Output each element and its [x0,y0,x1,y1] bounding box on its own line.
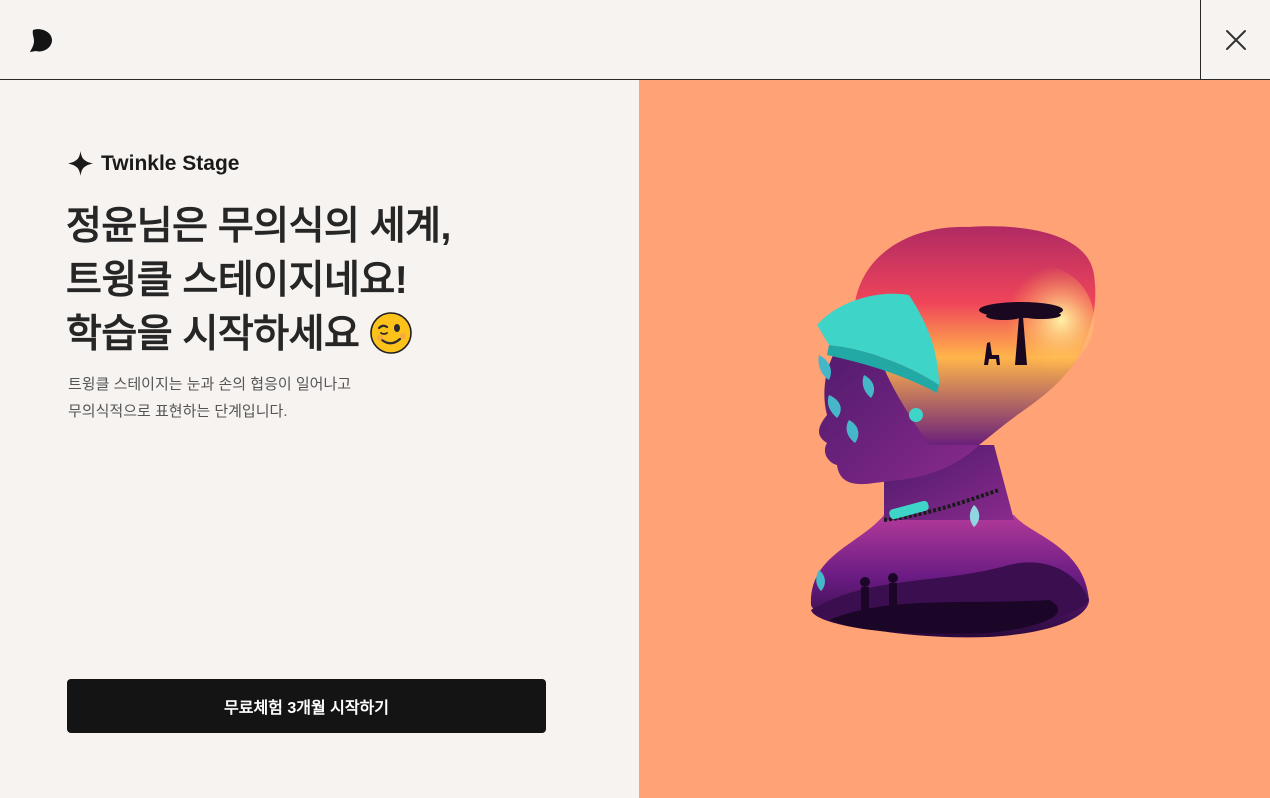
winking-face-icon [370,311,413,354]
headline-line-3-text: 학습을 시작하세요 [66,313,360,356]
headline-line-2: 트윙클 스테이지네요! [66,259,408,302]
brand-logo-icon[interactable] [28,26,54,54]
headline: 정윤님은 무의식의 세계, 트윙클 스테이지네요! 학습을 시작하세요 [66,200,451,362]
start-free-trial-button[interactable]: 무료체험 3개월 시작하기 [67,679,546,733]
close-icon [1225,29,1246,50]
headline-line-3: 학습을 시작하세요 [66,308,451,362]
headline-line-1: 정윤님은 무의식의 세계, [66,205,451,248]
description-line-1: 트윙클 스테이지는 눈과 손의 협응이 일어나고 [68,376,352,393]
sparkle-icon [68,151,93,176]
stage-badge: Twinkle Stage [68,151,239,176]
stage-badge-label: Twinkle Stage [101,151,240,175]
description-line-2: 무의식적으로 표현하는 단계입니다. [68,403,288,420]
intro-panel: Twinkle Stage 정윤님은 무의식의 세계, 트윙클 스테이지네요! … [0,80,639,798]
illustration-panel [639,80,1270,798]
top-bar [0,0,1270,80]
close-button[interactable] [1200,0,1270,79]
woman-silhouette-savanna-illustration [810,226,1096,638]
stage-description: 트윙클 스테이지는 눈과 손의 협응이 일어나고 무의식적으로 표현하는 단계입… [68,371,351,425]
